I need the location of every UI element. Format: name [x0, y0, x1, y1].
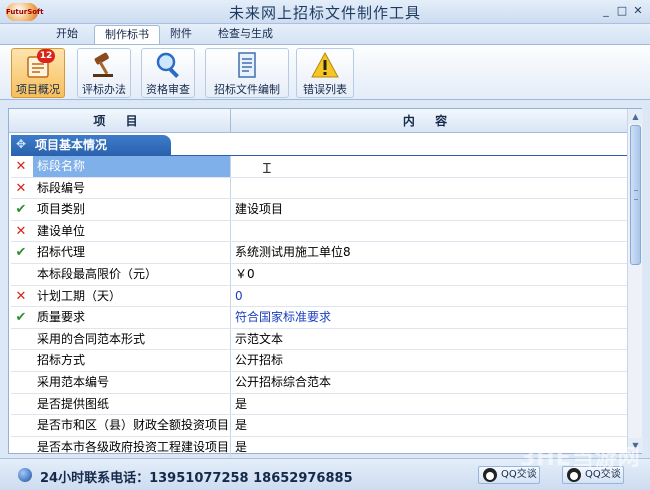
ribbon-toolbar: 12 项目概况 评标办法 资格审查 招标文件编制 错误列表: [0, 44, 650, 100]
scroll-thumb[interactable]: [630, 125, 641, 265]
section-title: 项目基本情况: [35, 138, 108, 152]
minimize-button[interactable]: _: [598, 4, 614, 18]
property-grid: 项 目 内 容 ✥ 项目基本情况 ✕ 标段名称 Ɪ ✕ 标段编号 ✔ 项目类别 …: [8, 108, 643, 459]
tab-start[interactable]: 开始: [46, 25, 88, 44]
table-row[interactable]: ✕ 建设单位: [11, 220, 627, 243]
tab-check-generate[interactable]: 检查与生成: [208, 25, 283, 44]
ribbon-label: 错误列表: [303, 83, 347, 96]
table-row[interactable]: 采用的合同范本形式 示范文本: [11, 328, 627, 351]
check-icon: ✔: [15, 310, 27, 326]
gavel-icon: [89, 51, 119, 79]
table-row[interactable]: 采用范本编号 公开招标综合范本: [11, 371, 627, 394]
error-list-button[interactable]: 错误列表: [296, 48, 354, 98]
table-row[interactable]: ✕ 计划工期（天） 0: [11, 285, 627, 308]
qualification-review-button[interactable]: 资格审查: [141, 48, 195, 98]
row-label: 是否提供图纸: [33, 393, 231, 415]
row-indicator: [11, 394, 31, 415]
row-value-input[interactable]: 建设项目: [232, 199, 627, 220]
row-label: 采用的合同范本形式: [33, 328, 231, 350]
text-cursor-icon: Ɪ: [263, 161, 271, 177]
row-value-input[interactable]: [232, 178, 627, 199]
table-row[interactable]: 是否提供图纸 是: [11, 393, 627, 416]
notification-badge: 12: [37, 49, 55, 63]
row-label: 计划工期（天）: [33, 285, 231, 307]
table-row[interactable]: ✔ 质量要求 符合国家标准要求: [11, 307, 627, 329]
scroll-up-icon[interactable]: ▲: [628, 109, 643, 124]
project-overview-button[interactable]: 12 项目概况: [11, 48, 65, 98]
project-overview-icon: 12: [23, 49, 55, 79]
table-row[interactable]: ✔ 招标代理 系统测试用施工单位8: [11, 242, 627, 264]
row-label: 质量要求: [33, 307, 231, 328]
table-row[interactable]: 本标段最高限价（元） ￥0: [11, 263, 627, 286]
title-bar: FuturSoft 未来网上招标文件制作工具 _ □ ✕: [0, 0, 650, 24]
row-label: 采用范本编号: [33, 371, 231, 393]
row-label: 是否本市各级政府投资工程建设项目: [33, 436, 231, 458]
row-value-input[interactable]: 示范文本: [232, 329, 627, 350]
error-icon: ✕: [15, 180, 27, 196]
row-label: 招标方式: [33, 350, 231, 371]
error-icon: ✕: [15, 159, 27, 174]
tab-make-bid[interactable]: 制作标书: [94, 25, 160, 44]
maximize-button[interactable]: □: [614, 4, 630, 18]
row-value-input[interactable]: 系统测试用施工单位8: [232, 242, 627, 263]
row-value-input[interactable]: ￥0: [232, 264, 627, 285]
row-value-input[interactable]: 0: [232, 286, 627, 307]
row-label: 招标代理: [33, 242, 231, 263]
contact-phone: 24小时联系电话：13951077258 18652976885: [40, 471, 353, 486]
error-icon: ✕: [15, 223, 27, 239]
table-row[interactable]: ✕ 标段编号: [11, 177, 627, 200]
row-label: 本标段最高限价（元）: [33, 263, 231, 285]
row-value-input[interactable]: 公开招标: [232, 350, 627, 371]
row-label: 标段编号: [33, 177, 231, 199]
row-value-input[interactable]: [232, 221, 627, 242]
row-value-input[interactable]: 是: [232, 415, 627, 436]
watermark: 3HE当游网: [520, 446, 641, 471]
row-indicator: [11, 415, 31, 436]
magnifier-icon: [153, 51, 183, 79]
table-row[interactable]: ✔ 项目类别 建设项目: [11, 199, 627, 221]
table-row[interactable]: ✕ 标段名称 Ɪ: [11, 156, 627, 178]
row-indicator: [11, 372, 31, 393]
ribbon-label: 项目概况: [16, 83, 60, 96]
table-row[interactable]: 是否市和区（县）财政全额投资项目 是: [11, 415, 627, 437]
evaluation-method-button[interactable]: 评标办法: [77, 48, 131, 98]
document-icon: [232, 51, 262, 79]
row-value-input[interactable]: 公开招标综合范本: [232, 372, 627, 393]
row-label: 标段名称: [33, 156, 231, 177]
row-value-input[interactable]: [232, 156, 627, 177]
expand-icon[interactable]: ✥: [16, 137, 31, 152]
grid-header: 项 目 内 容: [9, 109, 627, 133]
row-value-input[interactable]: 是: [232, 394, 627, 415]
row-value-input[interactable]: 符合国家标准要求: [232, 307, 627, 328]
check-icon: ✔: [15, 202, 27, 218]
section-header[interactable]: ✥ 项目基本情况: [11, 135, 171, 156]
ribbon-label: 资格审查: [146, 83, 190, 96]
ribbon-label: 评标办法: [82, 83, 126, 96]
row-label: 建设单位: [33, 220, 231, 242]
tab-attachments[interactable]: 附件: [160, 25, 202, 44]
grid-rows: ✕ 标段名称 Ɪ ✕ 标段编号 ✔ 项目类别 建设项目 ✕ 建设单位 ✔ 招标代…: [11, 156, 627, 459]
globe-icon: [18, 468, 32, 482]
ribbon-label: 招标文件编制: [214, 83, 280, 96]
check-icon: ✔: [15, 245, 27, 261]
error-icon: ✕: [15, 288, 27, 304]
row-indicator: [11, 329, 31, 350]
row-indicator: [11, 437, 31, 458]
warning-icon: [310, 51, 340, 79]
tab-bar: 开始 制作标书 附件 检查与生成: [0, 24, 650, 44]
row-label: 项目类别: [33, 199, 231, 220]
row-indicator: [11, 350, 31, 371]
bid-document-edit-button[interactable]: 招标文件编制: [205, 48, 289, 98]
row-indicator: [11, 264, 31, 285]
qq-icon: [483, 468, 497, 482]
vertical-scrollbar[interactable]: ▲ ▼: [627, 109, 643, 453]
row-label: 是否市和区（县）财政全额投资项目: [33, 415, 231, 436]
table-row[interactable]: 招标方式 公开招标: [11, 350, 627, 372]
column-header-content: 内 容: [402, 114, 456, 128]
column-header-item: 项 目: [9, 109, 231, 133]
app-title: 未来网上招标文件制作工具: [228, 4, 421, 22]
close-button[interactable]: ✕: [630, 4, 646, 18]
